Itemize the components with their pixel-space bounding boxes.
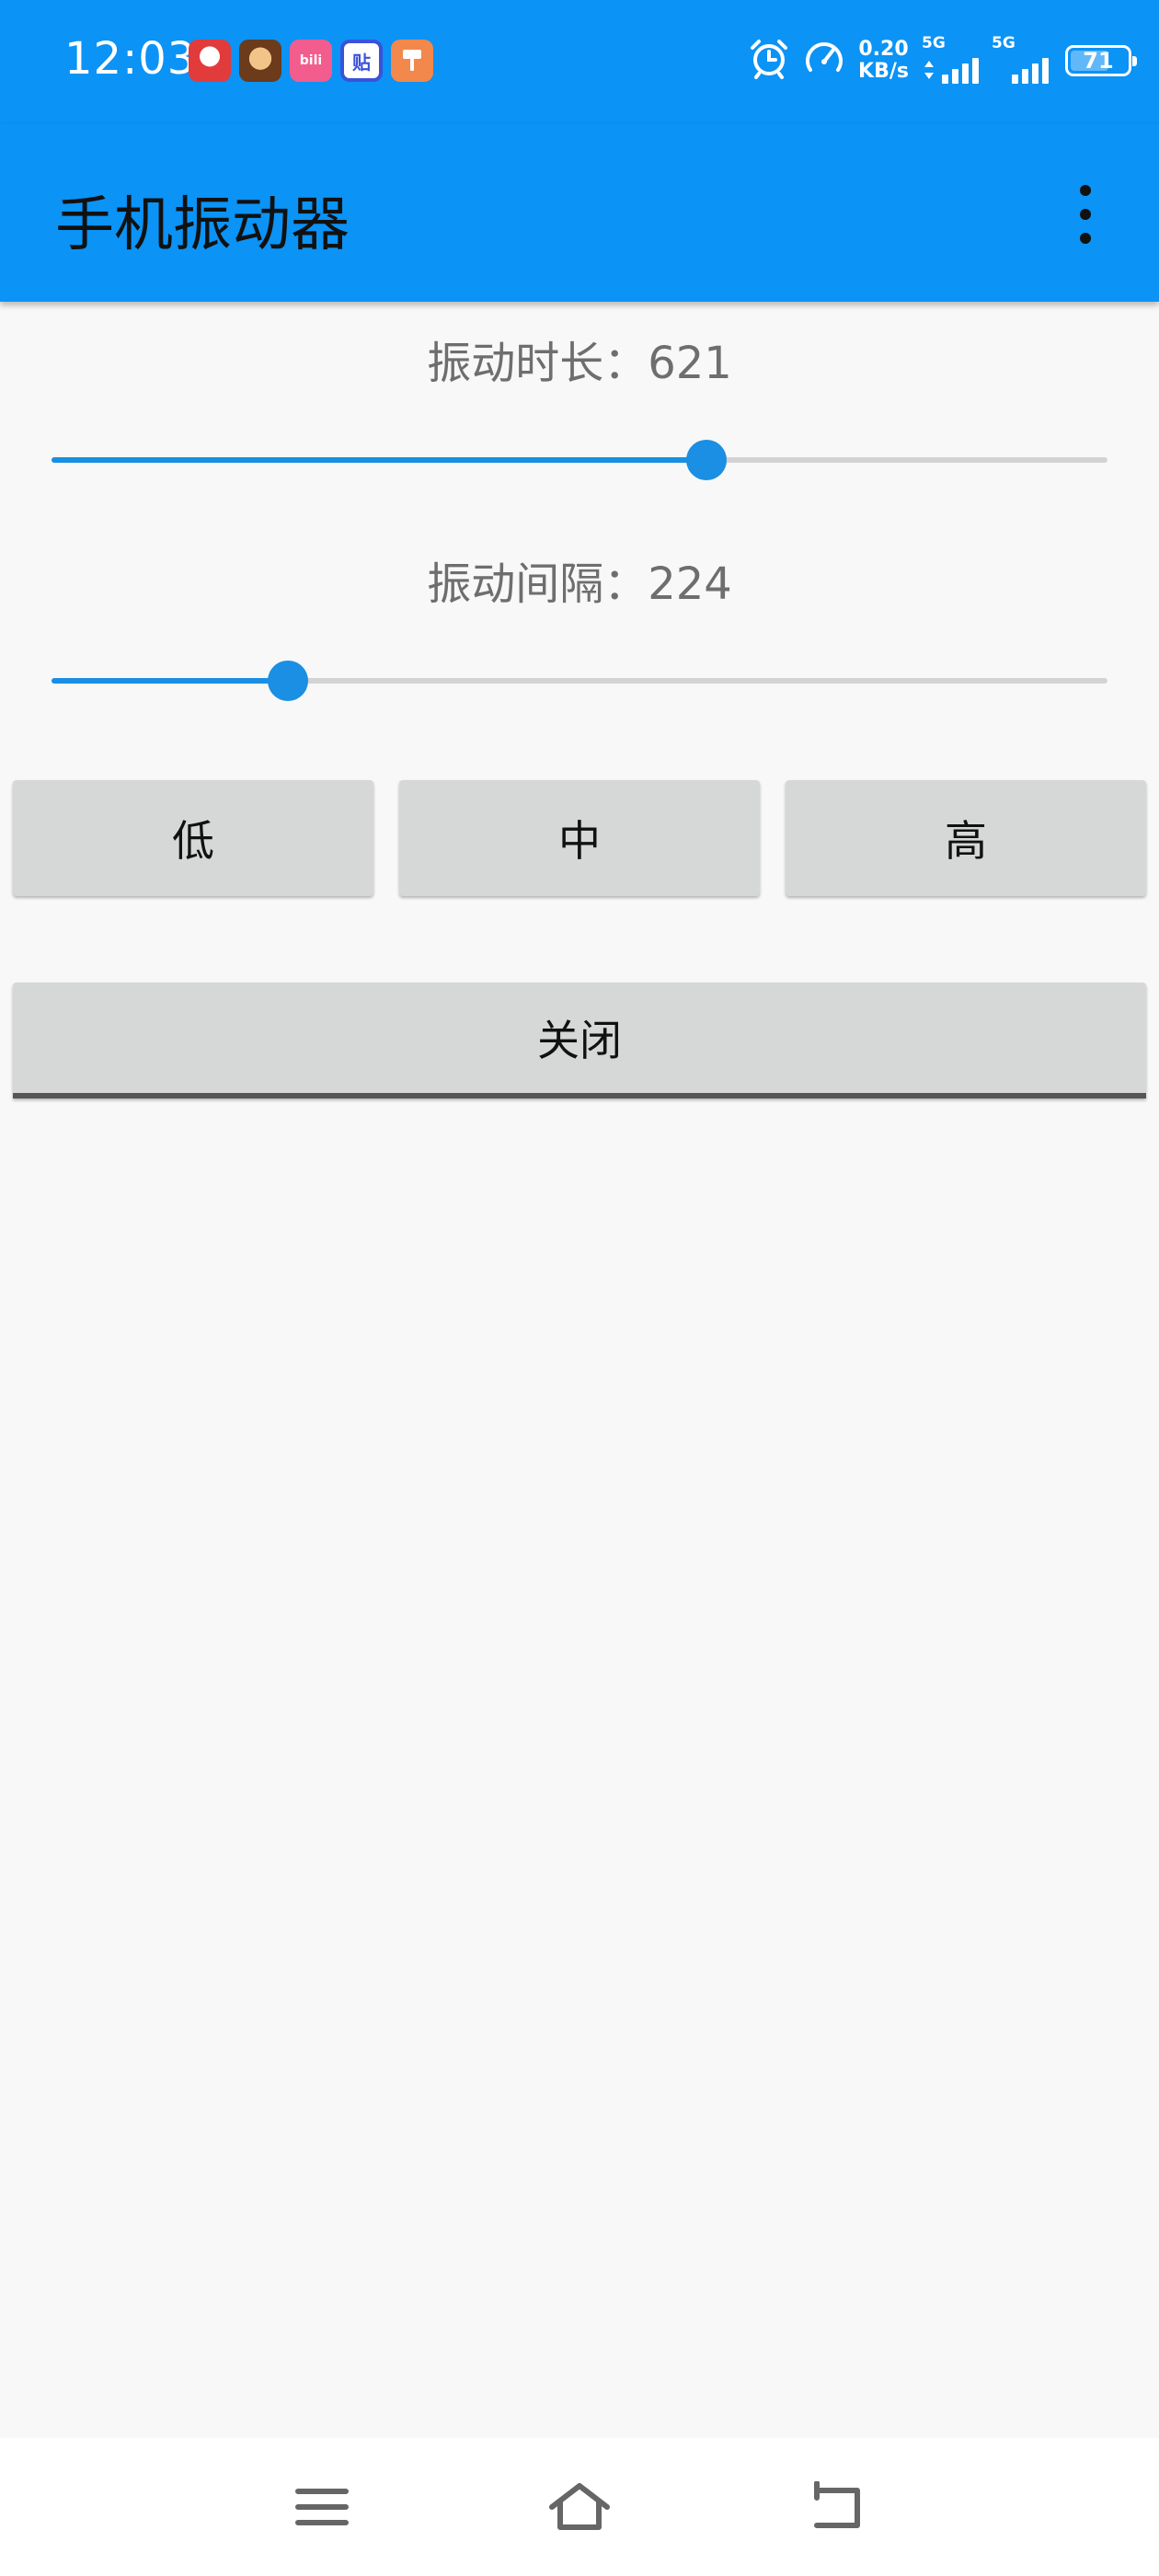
home-icon[interactable] bbox=[543, 2475, 616, 2539]
medium-button[interactable]: 中 bbox=[399, 780, 760, 896]
battery-icon: 71 bbox=[1065, 45, 1137, 76]
sim2-network-label: 5G bbox=[992, 34, 1016, 52]
low-button[interactable]: 低 bbox=[13, 780, 373, 896]
duration-slider[interactable] bbox=[52, 440, 1107, 480]
slider-fill bbox=[52, 678, 289, 684]
status-time: 12:03 bbox=[64, 33, 197, 85]
close-button[interactable]: 关闭 bbox=[13, 983, 1146, 1098]
signal-bars-icon bbox=[942, 58, 979, 84]
slider-fill bbox=[52, 457, 706, 463]
screen: 12:03 bili 贴 0.20 KB/s 5G 5G 71 手机振动器 振动… bbox=[0, 0, 1159, 2576]
notification-icons: bili 贴 bbox=[189, 40, 433, 82]
status-bar: 12:03 bili 贴 0.20 KB/s 5G 5G 71 bbox=[0, 0, 1159, 124]
battery-level-text: 71 bbox=[1083, 48, 1114, 74]
sim1-signal: 5G bbox=[922, 34, 979, 87]
slider-thumb[interactable] bbox=[268, 661, 309, 701]
high-button[interactable]: 高 bbox=[786, 780, 1146, 896]
speedometer-icon bbox=[803, 37, 845, 86]
network-speed-unit: KB/s bbox=[858, 60, 909, 83]
tieba-icon: 贴 bbox=[340, 40, 383, 82]
app-title: 手机振动器 bbox=[55, 191, 350, 259]
network-speed: 0.20 KB/s bbox=[858, 39, 909, 83]
app-bar: 手机振动器 bbox=[0, 124, 1159, 302]
back-icon[interactable] bbox=[800, 2475, 874, 2539]
alarm-clock-icon bbox=[748, 37, 790, 86]
hero-game-icon bbox=[239, 40, 281, 82]
duration-label: 振动时长：621 bbox=[427, 338, 732, 389]
interval-slider[interactable] bbox=[52, 661, 1107, 701]
overflow-menu-icon[interactable] bbox=[1067, 185, 1104, 244]
signal-bars-icon bbox=[1012, 58, 1049, 84]
game-app-icon bbox=[189, 40, 231, 82]
status-right-group: 0.20 KB/s 5G 5G 71 bbox=[748, 33, 1137, 88]
bilibili-icon: bili bbox=[290, 40, 332, 82]
brush-app-icon bbox=[391, 40, 433, 82]
data-arrows-icon bbox=[924, 60, 935, 84]
sim1-network-label: 5G bbox=[922, 34, 946, 52]
menu-icon[interactable] bbox=[285, 2475, 359, 2539]
slider-thumb[interactable] bbox=[685, 440, 727, 480]
interval-label: 振动间隔：224 bbox=[427, 558, 732, 610]
navigation-bar bbox=[0, 2438, 1159, 2576]
sim2-signal: 5G bbox=[992, 34, 1049, 87]
network-speed-value: 0.20 bbox=[858, 38, 909, 61]
